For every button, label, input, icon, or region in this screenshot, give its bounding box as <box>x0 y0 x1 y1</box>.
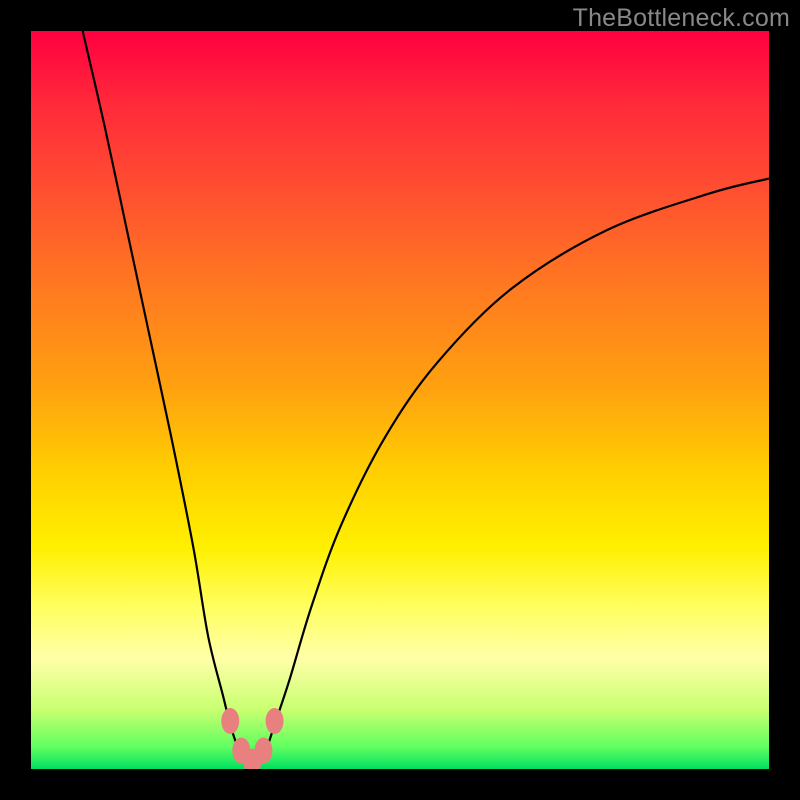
curve-marker <box>221 708 239 734</box>
bottleneck-curve <box>83 31 769 765</box>
watermark-text: TheBottleneck.com <box>573 4 790 33</box>
curve-marker <box>254 738 272 764</box>
chart-frame: TheBottleneck.com <box>0 0 800 800</box>
curve-marker <box>266 708 284 734</box>
chart-svg <box>31 31 769 769</box>
curve-markers <box>221 708 283 769</box>
